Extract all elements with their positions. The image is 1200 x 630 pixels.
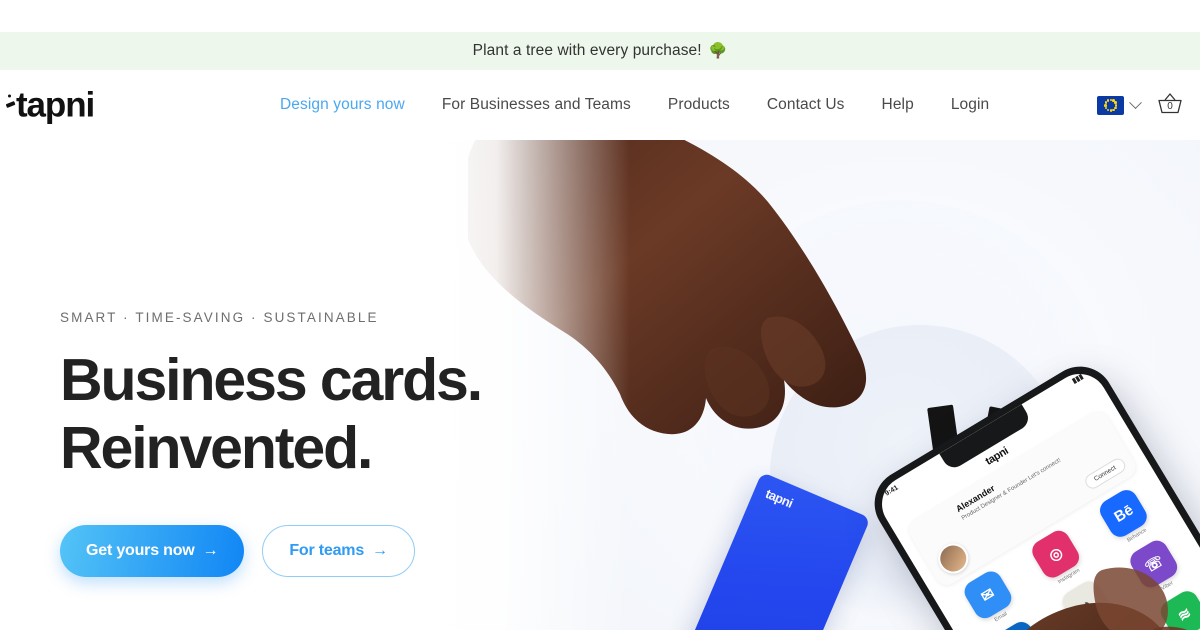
- nav-item-login[interactable]: Login: [951, 96, 989, 114]
- status-icons: ▮▮▮: [1071, 373, 1085, 386]
- arrow-right-icon: →: [372, 541, 388, 559]
- eu-flag-icon: [1097, 95, 1124, 115]
- logo-mark-icon: [6, 94, 15, 109]
- arrow-right-icon: →: [202, 541, 219, 559]
- hero-cta-row: Get yours now → For teams →: [60, 524, 481, 577]
- hand-holding-phone-image: [1006, 544, 1200, 630]
- eco-banner-text: Plant a tree with every purchase!: [472, 42, 702, 59]
- logo-text: tapni: [16, 85, 95, 125]
- landing-page: Plant a tree with every purchase! 🌳 tapn…: [0, 0, 1200, 630]
- site-header: tapni Design yours now For Businesses an…: [0, 70, 1200, 140]
- cart-button[interactable]: 0: [1154, 90, 1186, 120]
- nav-item-help[interactable]: Help: [882, 96, 914, 114]
- connect-button[interactable]: Connect: [1082, 455, 1128, 492]
- hero-copy: SMART · TIME-SAVING · SUSTAINABLE Busine…: [60, 310, 483, 577]
- nav-item-products[interactable]: Products: [668, 96, 730, 114]
- status-time: 9:41: [883, 483, 900, 498]
- cart-count: 0: [1167, 101, 1173, 112]
- hero-section: tapni 9:41 ▮▮▮ tapni Alexander Product D…: [0, 140, 1200, 630]
- for-teams-label: For teams: [289, 541, 365, 559]
- card-logo-text: tapni: [763, 485, 795, 511]
- chevron-down-icon: [1129, 95, 1142, 109]
- for-teams-button[interactable]: For teams →: [262, 524, 415, 577]
- tree-icon: 🌳: [708, 42, 728, 59]
- tapni-logo[interactable]: tapni: [6, 85, 95, 125]
- get-yours-now-button[interactable]: Get yours now →: [60, 524, 245, 577]
- eco-promo-banner: Plant a tree with every purchase! 🌳: [0, 32, 1200, 70]
- get-yours-now-label: Get yours now: [86, 541, 195, 559]
- headline-line-1: Business cards.: [60, 347, 483, 413]
- nav-item-design-yours-now[interactable]: Design yours now: [280, 96, 405, 114]
- hero-eyebrow: SMART · TIME-SAVING · SUSTAINABLE: [60, 310, 379, 325]
- headline-line-2: Reinvented.: [60, 415, 373, 482]
- main-navigation: Design yours now For Businesses and Team…: [280, 96, 989, 114]
- locale-selector[interactable]: [1097, 95, 1142, 115]
- nav-item-contact-us[interactable]: Contact Us: [767, 96, 845, 114]
- page-title: Business cards. Reinvented.: [60, 346, 483, 483]
- avatar: [932, 537, 974, 580]
- header-actions: 0: [1097, 90, 1186, 120]
- nav-item-for-businesses-and-teams[interactable]: For Businesses and Teams: [442, 96, 631, 114]
